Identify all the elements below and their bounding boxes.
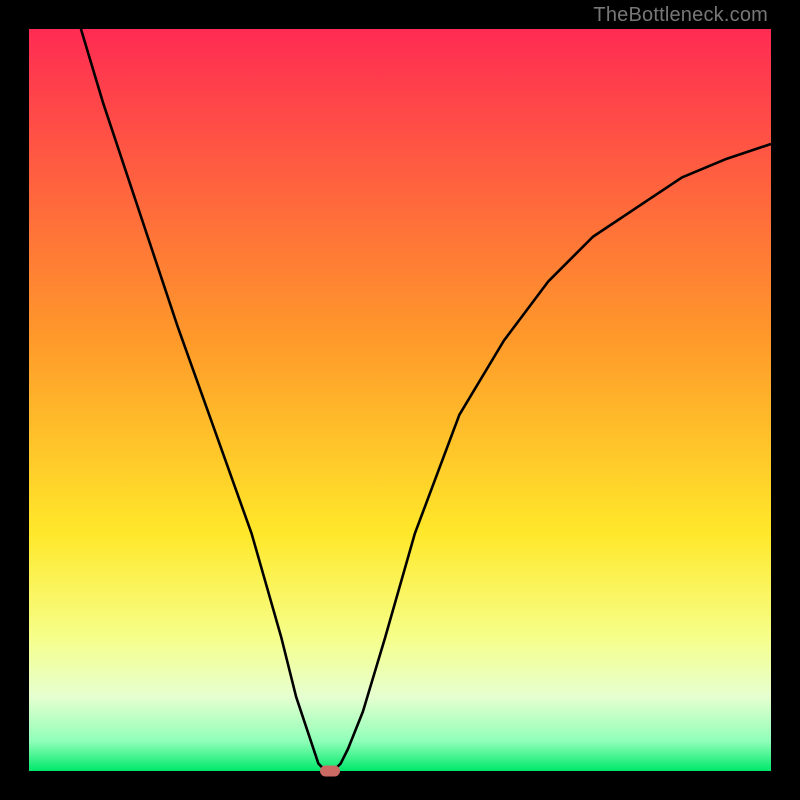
bottleneck-curve: [29, 29, 771, 771]
watermark-text: TheBottleneck.com: [593, 4, 768, 27]
optimum-marker: [320, 766, 340, 777]
plot-frame: [29, 29, 771, 771]
curve-path: [81, 29, 771, 771]
